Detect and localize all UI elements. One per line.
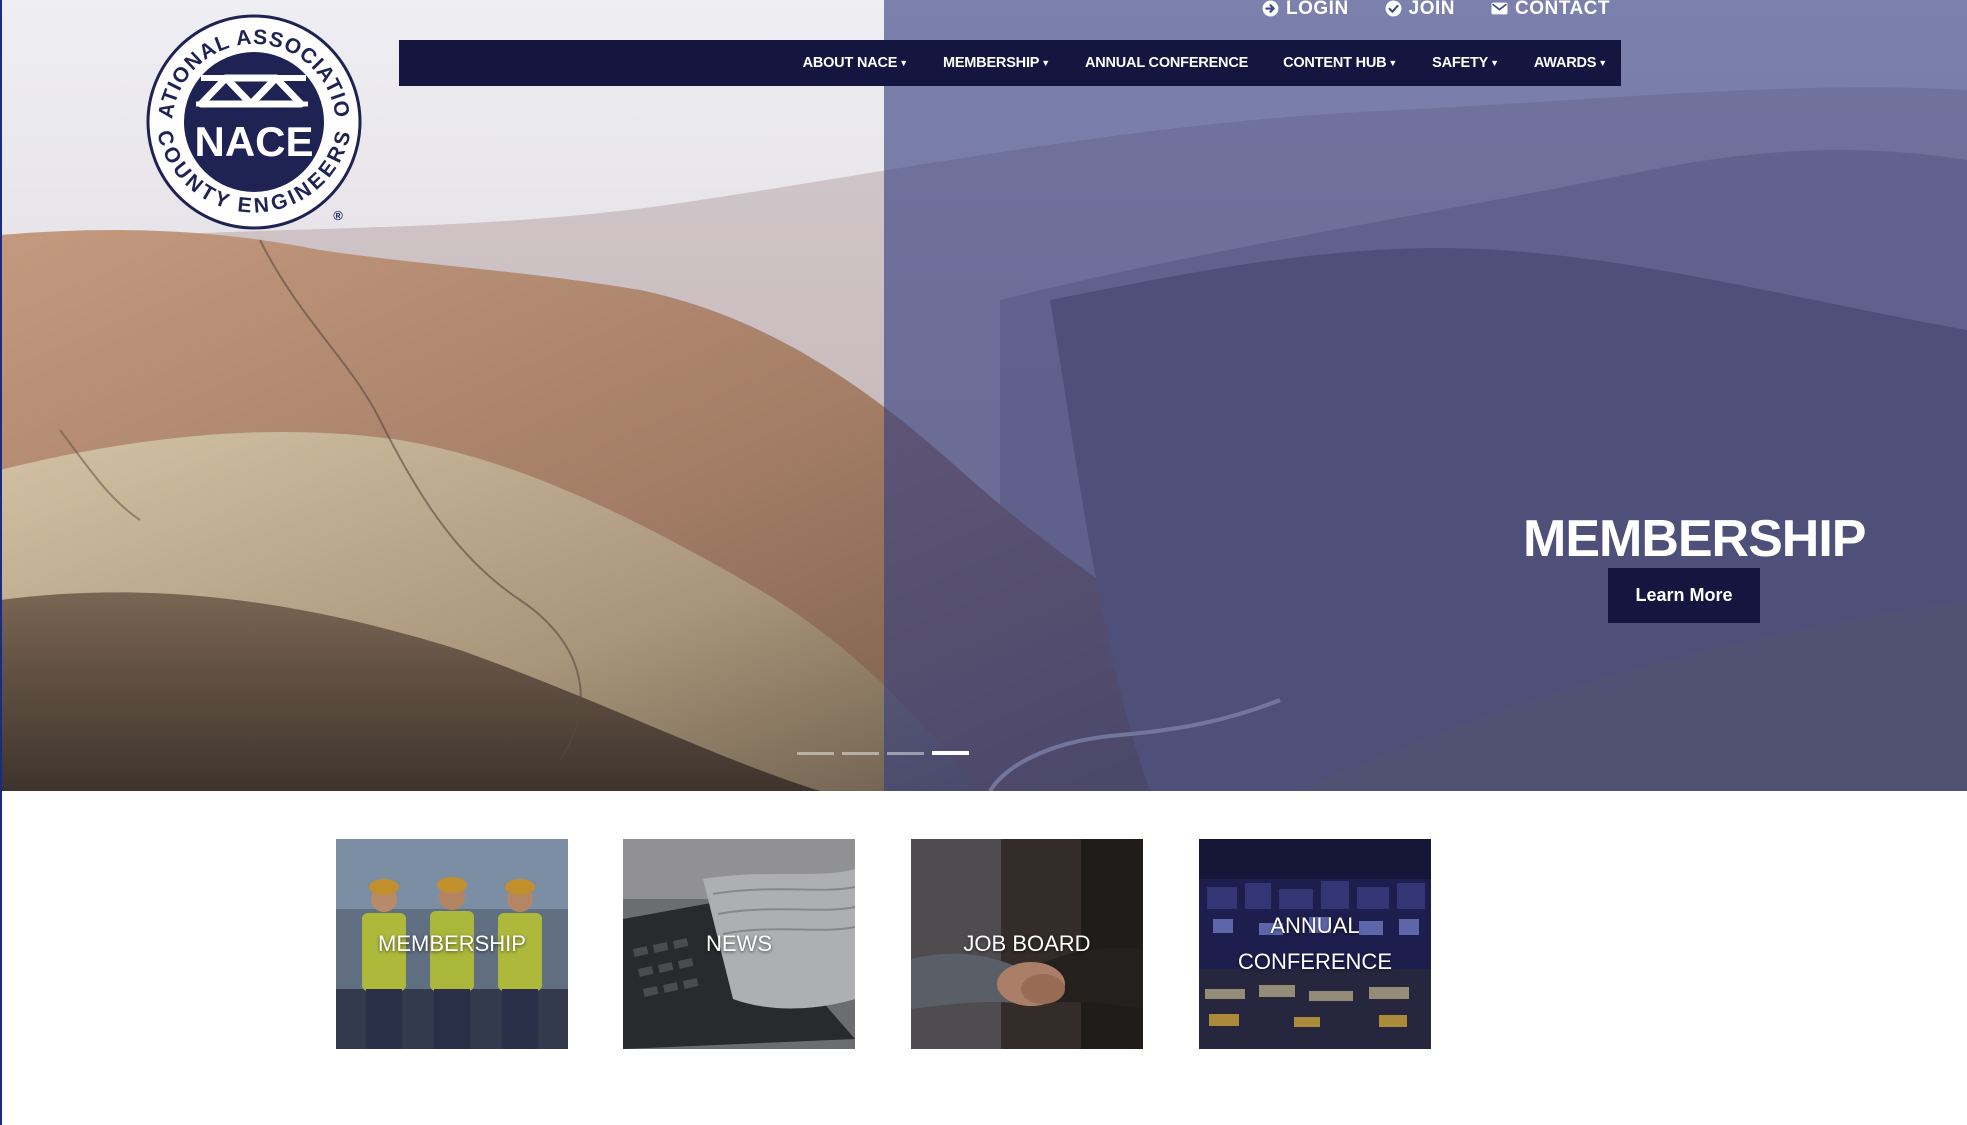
caret-down-icon: ▼ bbox=[1388, 58, 1398, 68]
nav-membership[interactable]: MEMBERSHIP ▼ bbox=[943, 55, 1050, 71]
carousel-indicators bbox=[797, 751, 969, 755]
tile-membership-label: MEMBERSHIP bbox=[378, 931, 526, 956]
tile-job-board[interactable]: JOB BOARD bbox=[911, 839, 1143, 1049]
caret-down-icon: ▼ bbox=[1490, 58, 1499, 68]
main-nav: ABOUT NACE ▼ MEMBERSHIP ▼ ANNUAL CONFERENC… bbox=[399, 40, 1621, 86]
tile-membership[interactable]: MEMBERSHIP bbox=[336, 839, 568, 1049]
nav-annual-conference-label: ANNUAL CONFERENCE bbox=[1084, 55, 1249, 71]
quick-link-tiles: MEMBERSHIP NEWS JOB BOARD ANNUAL CONFERE… bbox=[0, 839, 1967, 1049]
hero-blue-overlay bbox=[884, 0, 1967, 791]
tile-news-label: NEWS bbox=[706, 931, 772, 956]
login-label: LOGIN bbox=[1286, 0, 1349, 19]
tile-news[interactable]: NEWS bbox=[623, 839, 855, 1049]
tile-annual-conference-label: ANNUAL CONFERENCE bbox=[1237, 913, 1392, 974]
tile-job-board-label: JOB BOARD bbox=[963, 931, 1091, 956]
nav-safety[interactable]: SAFETY ▼ bbox=[1432, 55, 1499, 71]
contact-label: CONTACT bbox=[1515, 0, 1610, 19]
nav-about-nace-label: ABOUT NACE bbox=[802, 55, 898, 71]
login-link[interactable]: LOGIN bbox=[1262, 0, 1349, 19]
login-arrow-icon bbox=[1262, 0, 1279, 17]
page-frame-border bbox=[0, 0, 2, 1125]
nav-content-hub[interactable]: CONTENT HUB ▼ bbox=[1283, 55, 1397, 71]
nav-safety-label: SAFETY bbox=[1432, 55, 1489, 71]
carousel-indicator-3[interactable] bbox=[887, 752, 924, 755]
carousel-indicator-1[interactable] bbox=[797, 752, 834, 755]
nav-awards[interactable]: AWARDS ▼ bbox=[1534, 55, 1607, 71]
caret-down-icon: ▼ bbox=[1598, 58, 1607, 68]
svg-text:NACE: NACE bbox=[194, 118, 313, 165]
check-circle-icon bbox=[1385, 0, 1402, 17]
contact-link[interactable]: CONTACT bbox=[1491, 0, 1610, 19]
join-label: JOIN bbox=[1408, 0, 1456, 19]
svg-text:®: ® bbox=[333, 208, 343, 223]
learn-more-button[interactable]: Learn More bbox=[1608, 568, 1760, 623]
carousel-indicator-4[interactable] bbox=[932, 751, 969, 755]
nace-logo[interactable]: NATIONAL ASSOCIATION COUNTY ENGINEERS NA… bbox=[138, 0, 362, 240]
caret-down-icon: ▼ bbox=[1041, 58, 1050, 68]
nav-annual-conference[interactable]: ANNUAL CONFERENCE bbox=[1085, 55, 1248, 71]
join-link[interactable]: JOIN bbox=[1385, 0, 1456, 19]
nav-content-hub-label: CONTENT HUB bbox=[1283, 55, 1387, 71]
caret-down-icon: ▼ bbox=[899, 58, 908, 68]
nav-about-nace[interactable]: ABOUT NACE ▼ bbox=[802, 55, 909, 71]
nace-logo-seal-icon: NATIONAL ASSOCIATION COUNTY ENGINEERS NA… bbox=[138, 0, 362, 230]
hero-title: MEMBERSHIP bbox=[1523, 509, 1866, 568]
nav-awards-label: AWARDS bbox=[1533, 55, 1597, 71]
utility-nav: LOGIN JOIN CONTACT bbox=[1262, 0, 1610, 19]
nav-membership-label: MEMBERSHIP bbox=[942, 55, 1040, 71]
tile-annual-conference[interactable]: ANNUAL CONFERENCE bbox=[1199, 839, 1431, 1049]
carousel-indicator-2[interactable] bbox=[842, 752, 879, 755]
envelope-icon bbox=[1491, 2, 1508, 15]
